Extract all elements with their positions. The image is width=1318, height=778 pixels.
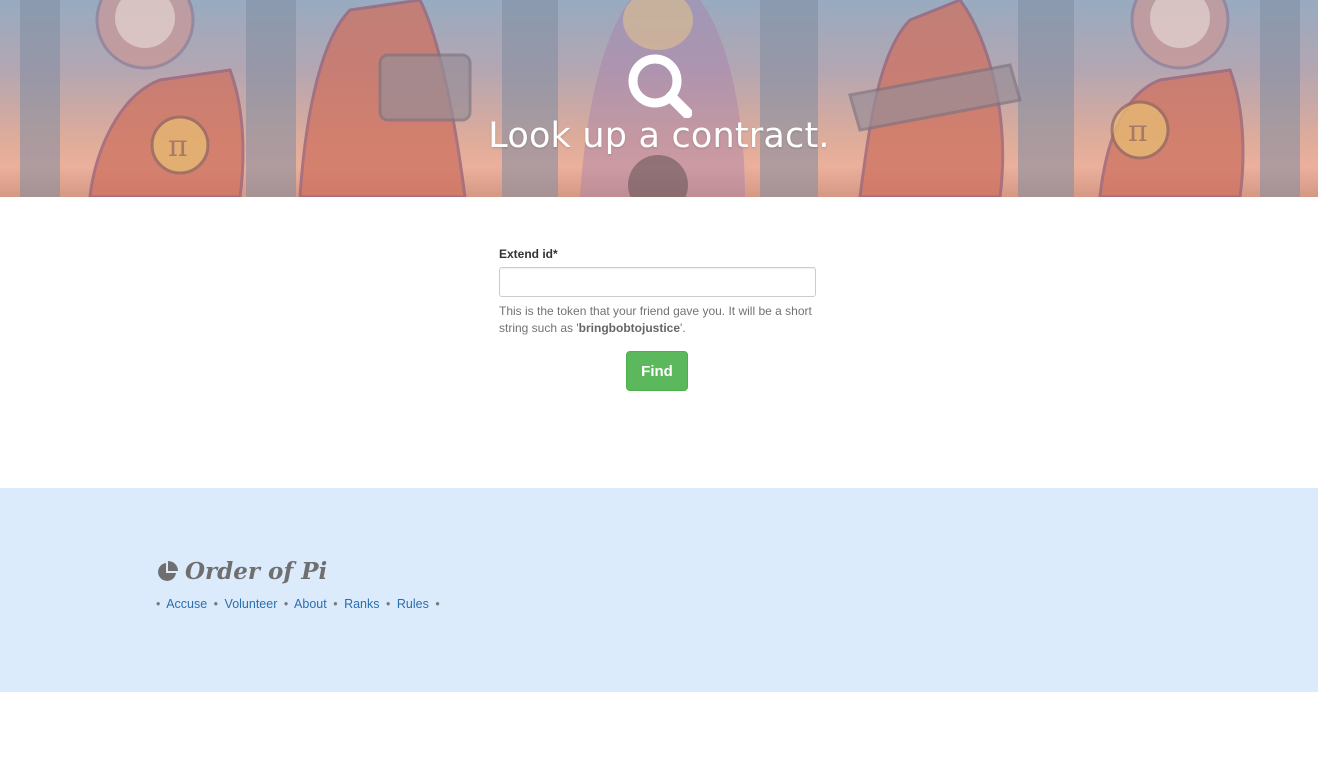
- footer-link-ranks[interactable]: Ranks: [344, 597, 379, 611]
- pie-chart-icon: [158, 560, 178, 581]
- nav-separator: •: [156, 597, 161, 611]
- footer-brand: Order of Pi: [156, 558, 327, 585]
- brand-name: Order of Pi: [185, 558, 328, 585]
- hero-banner: π π Look up a contract.: [0, 0, 1318, 197]
- footer-link-accuse[interactable]: Accuse: [166, 597, 207, 611]
- extend-id-input[interactable]: [499, 267, 816, 297]
- find-button[interactable]: Find: [626, 351, 688, 391]
- extend-id-help-text: This is the token that your friend gave …: [499, 303, 817, 337]
- nav-separator: •: [435, 597, 440, 611]
- footer-link-rules[interactable]: Rules: [397, 597, 429, 611]
- extend-id-label: Extend id*: [499, 247, 558, 261]
- nav-separator: •: [283, 597, 289, 611]
- lookup-form-area: Extend id* This is the token that your f…: [0, 197, 1318, 488]
- hero-content: Look up a contract.: [0, 0, 1318, 197]
- footer-nav: • Accuse • Volunteer • About • Ranks • R…: [156, 597, 443, 611]
- nav-separator: •: [386, 597, 391, 611]
- help-text-suffix: '.: [680, 321, 686, 335]
- nav-separator: •: [333, 597, 338, 611]
- nav-separator: •: [213, 597, 219, 611]
- contract-lookup-form: Extend id* This is the token that your f…: [499, 247, 817, 391]
- footer-link-volunteer[interactable]: Volunteer: [225, 597, 278, 611]
- footer-link-about[interactable]: About: [294, 597, 327, 611]
- help-text-example: bringbobtojustice: [578, 321, 680, 335]
- search-icon: [628, 54, 692, 118]
- site-footer: Order of Pi • Accuse • Volunteer • About…: [0, 488, 1318, 692]
- page-title: Look up a contract.: [488, 116, 830, 156]
